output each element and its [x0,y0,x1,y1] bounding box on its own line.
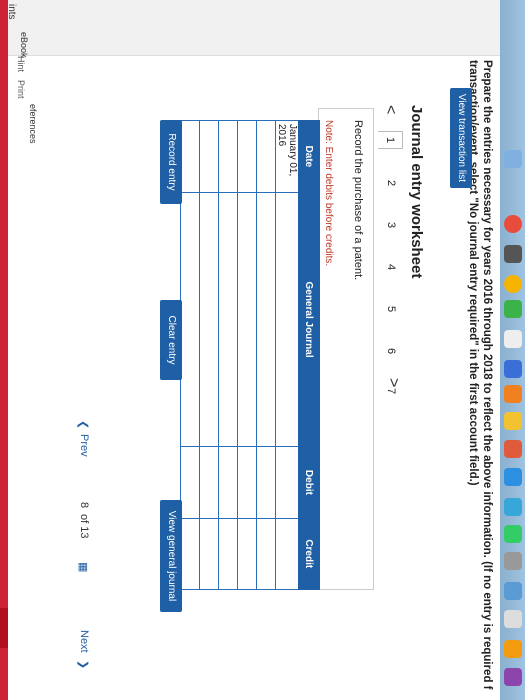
red-app-icon [0,608,8,648]
step-tab-4[interactable]: 4 [385,259,397,275]
table-row [218,120,238,590]
prev-step-arrow-icon[interactable]: < [381,105,399,114]
view-general-journal-button[interactable]: View general journal [160,500,182,612]
journal-entry-table: Date General Journal Debit Credit Januar… [180,120,320,590]
table-row [237,120,257,590]
page-current: 8 [78,502,90,509]
debits-note: Note: Enter debits before credits. [323,120,334,267]
account-cell[interactable] [218,192,238,447]
left-screen-edge [0,0,8,700]
dock-app-icon[interactable] [504,300,522,318]
dock-app-icon[interactable] [504,498,522,516]
credit-cell[interactable] [256,518,276,590]
dock-app-icon[interactable] [504,668,522,686]
dock-app-icon[interactable] [504,385,522,403]
sidebar-item-hint[interactable]: Hint [16,56,26,72]
dock-app-icon[interactable] [504,330,522,348]
date-cell[interactable] [237,120,257,193]
prev-chevron-icon[interactable]: ❮ [77,420,90,429]
table-row: January 01, 2016 [275,120,299,590]
dock-app-icon[interactable] [504,440,522,458]
column-header-general-journal: General Journal [298,192,320,447]
date-cell[interactable] [218,120,238,193]
debit-cell[interactable] [180,446,200,519]
dock-app-icon[interactable] [504,150,522,168]
debit-cell[interactable] [237,446,257,519]
view-transaction-list-button[interactable]: View transaction list [450,88,472,188]
page-of: of 13 [78,514,90,539]
dock-app-icon[interactable] [504,412,522,430]
next-link[interactable]: Next [78,630,90,653]
step-tab-5[interactable]: 5 [385,301,397,317]
table-row [180,120,200,590]
date-cell[interactable] [256,120,276,193]
instruction-line-1: Prepare the entries necessary for years … [481,60,493,690]
record-entry-button[interactable]: Record entry [160,120,182,204]
dock-strip [500,0,525,700]
step-navigator: < 1 2 3 4 5 6 7 [373,105,405,395]
credit-cell[interactable] [180,518,200,590]
debit-cell[interactable] [218,446,238,519]
table-header-row: Date General Journal Debit Credit [298,120,320,590]
dock-app-icon[interactable] [504,525,522,543]
next-chevron-icon[interactable]: ❯ [77,660,90,669]
dock-app-icon[interactable] [504,610,522,628]
date-cell[interactable]: January 01, 2016 [275,120,299,193]
debit-cell[interactable] [199,446,219,519]
pagination: ❮ Prev 8 of 13 ▦ Next ❯ [70,420,90,690]
sidebar-item-print[interactable]: Print [16,80,26,99]
step-tab-3[interactable]: 3 [385,217,397,233]
column-header-debit: Debit [298,446,320,519]
account-cell[interactable] [237,192,257,447]
prev-link[interactable]: Prev [78,434,90,457]
table-row [256,120,276,590]
step-tab-1[interactable]: 1 [378,131,403,149]
dock-app-icon[interactable] [504,582,522,600]
dock-app-icon[interactable] [504,275,522,293]
credit-cell[interactable] [275,518,299,590]
step-tab-6[interactable]: 6 [385,343,397,359]
grid-icon[interactable]: ▦ [77,562,90,572]
date-cell[interactable] [180,120,200,193]
dock-app-icon[interactable] [504,552,522,570]
next-step-arrow-icon[interactable]: > [384,378,402,387]
account-cell[interactable] [275,192,299,447]
account-cell[interactable] [180,192,200,447]
transaction-description: Record the purchase of a patent. [352,120,364,281]
debit-cell[interactable] [256,446,276,519]
credit-cell[interactable] [237,518,257,590]
dock-app-icon[interactable] [504,640,522,658]
step-tab-2[interactable]: 2 [385,175,397,191]
account-cell[interactable] [199,192,219,447]
table-row [199,120,219,590]
debit-cell[interactable] [275,446,299,519]
dock-app-icon[interactable] [504,215,522,233]
points-label: ints [6,4,17,20]
date-cell[interactable] [199,120,219,193]
sidebar-item-references[interactable]: eferences [28,104,38,144]
sidebar-item-ebook[interactable]: eBook [19,32,29,58]
account-cell[interactable] [256,192,276,447]
credit-cell[interactable] [199,518,219,590]
column-header-date: Date [298,120,320,193]
dock-app-icon[interactable] [504,360,522,378]
left-sidebar: ints [6,0,500,56]
dock-app-icon[interactable] [504,468,522,486]
dock-app-icon[interactable] [504,245,522,263]
credit-cell[interactable] [218,518,238,590]
clear-entry-button[interactable]: Clear entry [160,300,182,380]
assignment-page: ints eBook Hint Print eferences Prepare … [6,0,500,700]
worksheet-title: Journal entry worksheet [408,105,425,279]
column-header-credit: Credit [298,518,320,590]
